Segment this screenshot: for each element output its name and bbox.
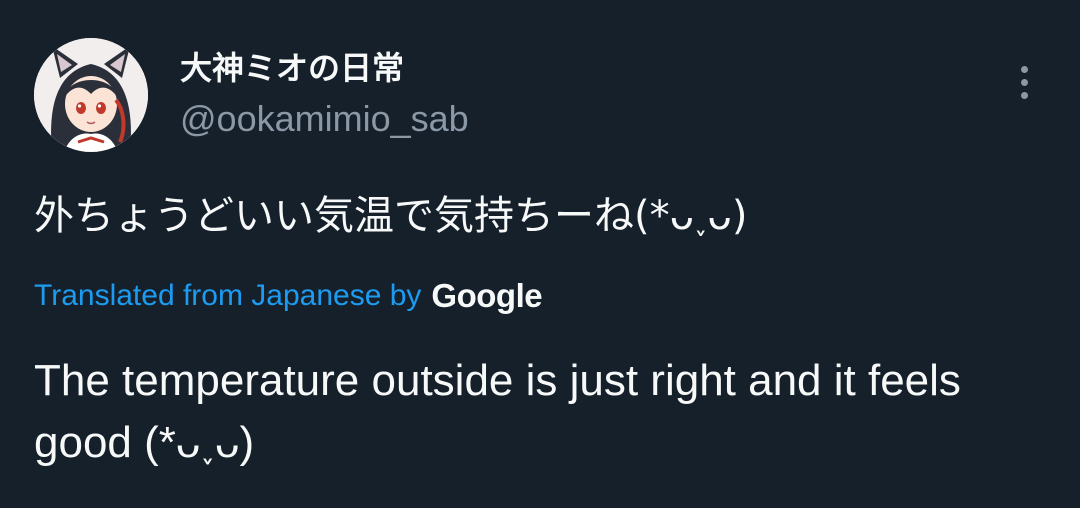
tweet-translated-text: The temperature outside is just right an… — [34, 356, 961, 467]
tweet-original-text: 外ちょうどいい気温で気持ちーね(*ᴗ˯ᴗ) — [34, 193, 748, 239]
more-vertical-icon-dot — [1020, 78, 1028, 86]
author-handle[interactable]: @ookamimio_sab — [180, 98, 469, 140]
translation-attribution: Translated from Japanese by Google — [34, 274, 543, 318]
more-vertical-icon — [1020, 65, 1028, 73]
user-avatar[interactable] — [34, 38, 148, 152]
google-logo: Google — [431, 277, 543, 314]
more-vertical-icon-dot — [1020, 91, 1028, 99]
author-display-name[interactable]: 大神ミオの日常 — [180, 48, 404, 88]
user-avatar-icon — [34, 38, 148, 152]
tweet: 大神ミオの日常 @ookamimio_sab 外ちょうどいい気温で気持ちーね(*… — [0, 0, 1080, 508]
translated-from-link[interactable]: Translated from Japanese by — [34, 279, 421, 313]
more-options-button[interactable] — [1006, 60, 1042, 104]
